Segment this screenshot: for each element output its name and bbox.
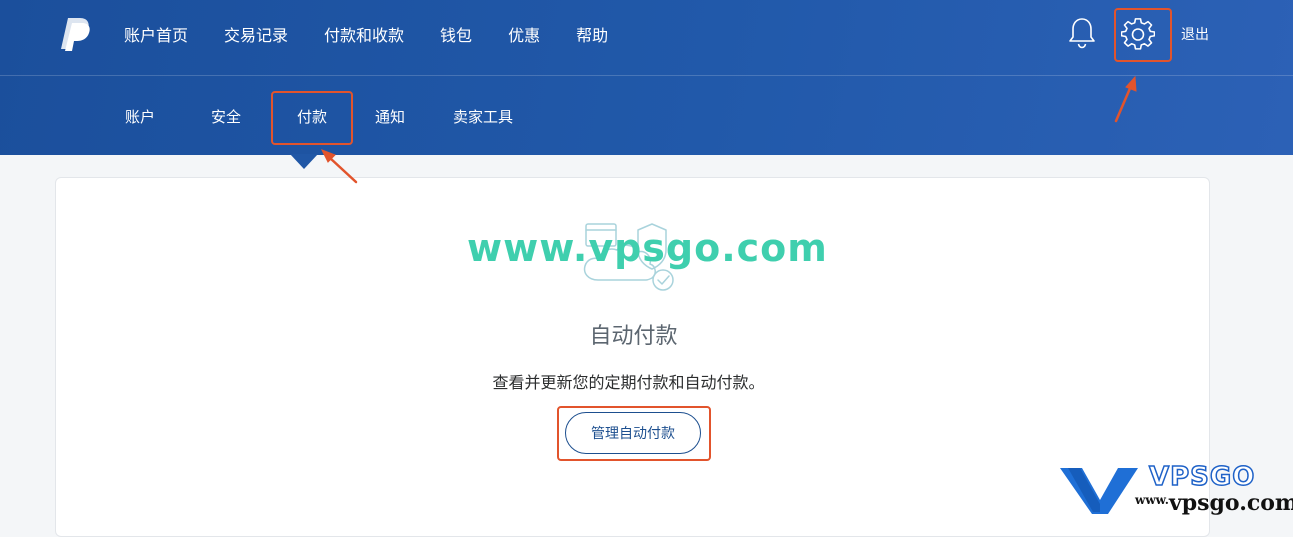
subnav-item-seller-tools[interactable]: 卖家工具 — [453, 106, 513, 127]
section-description: 查看并更新您的定期付款和自动付款。 — [492, 373, 765, 392]
active-tab-caret — [290, 154, 318, 169]
vpsgo-v-logo-icon — [1060, 468, 1138, 514]
paypal-logo-icon[interactable] — [58, 16, 92, 52]
nav-item-send-receive[interactable]: 付款和收款 — [324, 22, 404, 46]
gear-icon[interactable] — [1121, 18, 1155, 52]
subnav-item-notifications[interactable]: 通知 — [375, 106, 405, 127]
brand-url: www.vpsgo.com — [1135, 490, 1293, 516]
header-divider — [0, 75, 1293, 76]
payments-tab-highlight-box — [271, 91, 353, 145]
bell-icon[interactable] — [1067, 16, 1097, 50]
section-title: 自动付款 — [589, 324, 678, 349]
nav-item-help[interactable]: 帮助 — [576, 22, 608, 46]
subnav-item-account[interactable]: 账户 — [125, 106, 155, 127]
main-nav: 账户首页 交易记录 付款和收款 钱包 优惠 帮助 — [124, 22, 644, 46]
subnav-item-security[interactable]: 安全 — [211, 106, 241, 127]
nav-item-wallet[interactable]: 钱包 — [440, 22, 472, 46]
brand-url-main: vpsgo.com — [1168, 490, 1293, 516]
vpsgo-brand-logo: VPSGO www.vpsgo.com — [1060, 461, 1293, 517]
brand-url-prefix: www. — [1135, 493, 1169, 507]
nav-item-offers[interactable]: 优惠 — [508, 22, 540, 46]
nav-item-transactions[interactable]: 交易记录 — [224, 22, 288, 46]
top-header: 账户首页 交易记录 付款和收款 钱包 优惠 帮助 退出 账户 安全 付款 通知 … — [0, 0, 1293, 155]
logout-link[interactable]: 退出 — [1181, 24, 1209, 44]
nav-item-account-home[interactable]: 账户首页 — [124, 22, 188, 46]
watermark-text: www.vpsgo.com — [467, 226, 828, 270]
manage-auto-payments-button[interactable]: 管理自动付款 — [565, 412, 701, 454]
brand-name: VPSGO — [1148, 461, 1256, 493]
